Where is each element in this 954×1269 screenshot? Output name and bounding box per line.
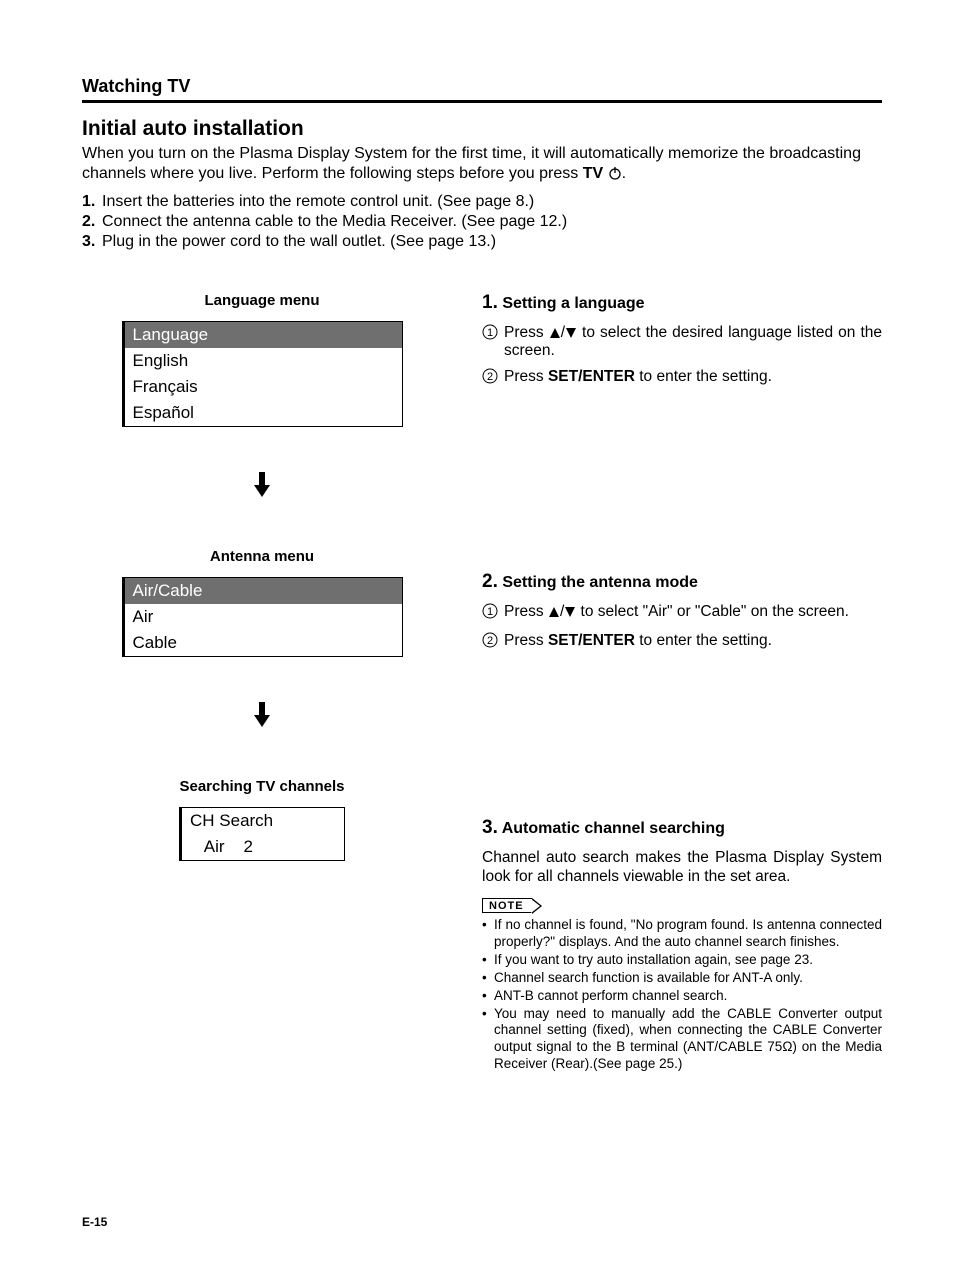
section-rule — [82, 100, 882, 103]
step2-sub1-a: Press — [504, 603, 548, 620]
bullet-icon: • — [482, 1006, 494, 1074]
note-text: You may need to manually add the CABLE C… — [494, 1006, 882, 1074]
language-menu-label: Language menu — [82, 292, 442, 309]
step1-num: 1. — [482, 292, 498, 313]
bullet-icon: • — [482, 917, 494, 951]
note-item: •ANT-B cannot perform channel search. — [482, 988, 882, 1005]
step2-sub2-b: SET/ENTER — [548, 632, 635, 649]
note-item: •If you want to try auto installation ag… — [482, 952, 882, 969]
step1-sub1: 1 Press / to select the desired language… — [482, 324, 882, 360]
pre-step-1-t: Insert the batteries into the remote con… — [102, 193, 534, 210]
page-title: Initial auto installation — [82, 117, 882, 141]
bullet-icon: • — [482, 988, 494, 1005]
step2-sub2-c: to enter the setting. — [635, 632, 772, 649]
pre-step-3: 3.Plug in the power cord to the wall out… — [82, 232, 882, 252]
note-text: Channel search function is available for… — [494, 970, 803, 987]
step2-sub1-text: Press / to select "Air" or "Cable" on th… — [504, 603, 882, 621]
step1-sub2-c: to enter the setting. — [635, 368, 772, 385]
svg-text:2: 2 — [487, 371, 493, 383]
step3-para: Channel auto search makes the Plasma Dis… — [482, 849, 882, 886]
step2-num: 2. — [482, 571, 498, 592]
step1-title: 1. Setting a language — [482, 292, 882, 314]
step1-sub2-a: Press — [504, 368, 548, 385]
note-list: •If no channel is found, "No program fou… — [482, 917, 882, 1073]
language-menu-header: Language — [122, 322, 402, 348]
step2-sub1: 1 Press / to select "Air" or "Cable" on … — [482, 603, 882, 624]
step1-sub1-b: to select the desired language listed on… — [504, 324, 882, 359]
note-text: ANT-B cannot perform channel search. — [494, 988, 727, 1005]
note-text: If no channel is found, "No program foun… — [494, 917, 882, 951]
note-text: If you want to try auto installation aga… — [494, 952, 813, 969]
up-triangle-icon — [548, 607, 560, 617]
up-triangle-icon — [549, 328, 561, 338]
step3-num: 3. — [482, 817, 498, 838]
circled-1-icon: 1 — [482, 324, 498, 345]
bullet-icon: • — [482, 970, 494, 987]
step1-sub2-b: SET/ENTER — [548, 368, 635, 385]
intro-text-a: When you turn on the Plasma Display Syst… — [82, 145, 861, 182]
step1-label: Setting a language — [502, 295, 644, 312]
circled-2-icon: 2 — [482, 368, 498, 389]
pre-step-2-n: 2. — [82, 212, 102, 232]
language-menu: Language English Français Español — [122, 321, 403, 427]
right-column: 1. Setting a language 1 Press / to selec… — [442, 292, 882, 1074]
note-item: •You may need to manually add the CABLE … — [482, 1006, 882, 1074]
step1-sub1-a: Press — [504, 324, 549, 341]
down-arrow-icon — [252, 472, 272, 498]
pre-steps: 1.Insert the batteries into the remote c… — [82, 192, 882, 252]
svg-text:1: 1 — [487, 606, 493, 618]
pre-step-2-t: Connect the antenna cable to the Media R… — [102, 213, 567, 230]
step2-label: Setting the antenna mode — [502, 574, 698, 591]
antenna-item-cable: Cable — [122, 630, 402, 656]
intro-paragraph: When you turn on the Plasma Display Syst… — [82, 144, 882, 186]
step1-sub2: 2 Press SET/ENTER to enter the setting. — [482, 368, 882, 389]
circled-2-icon: 2 — [482, 632, 498, 653]
flow-arrow-2 — [82, 702, 442, 733]
svg-text:2: 2 — [487, 635, 493, 647]
intro-tv: TV — [583, 165, 603, 182]
step3-title: 3. Automatic channel searching — [482, 817, 882, 839]
step2-sub2: 2 Press SET/ENTER to enter the setting. — [482, 632, 882, 653]
down-triangle-icon — [565, 328, 577, 338]
pre-step-3-n: 3. — [82, 232, 102, 252]
svg-text:1: 1 — [487, 327, 493, 339]
step2-sub1-b: to select "Air" or "Cable" on the screen… — [576, 603, 849, 620]
note-item: •If no channel is found, "No program fou… — [482, 917, 882, 951]
flow-arrow-1 — [82, 472, 442, 503]
search-menu-label: Searching TV channels — [82, 778, 442, 795]
step2-sub2-text: Press SET/ENTER to enter the setting. — [504, 632, 882, 650]
step3-label: Automatic channel searching — [502, 820, 725, 837]
page: Watching TV Initial auto installation Wh… — [0, 0, 954, 1269]
power-icon — [608, 166, 622, 186]
main-columns: Language menu Language English Français … — [82, 292, 882, 1074]
search-menu: CH Search Air 2 — [179, 807, 345, 861]
antenna-menu: Air/Cable Air Cable — [122, 577, 403, 657]
antenna-menu-label: Antenna menu — [82, 548, 442, 565]
pre-step-1: 1.Insert the batteries into the remote c… — [82, 192, 882, 212]
down-triangle-icon — [564, 607, 576, 617]
left-column: Language menu Language English Français … — [82, 292, 442, 1074]
section-header: Watching TV — [82, 76, 882, 97]
search-menu-header: CH Search — [179, 808, 344, 834]
language-item-english: English — [122, 348, 402, 374]
down-arrow-icon — [252, 702, 272, 728]
pre-step-1-n: 1. — [82, 192, 102, 212]
step1-sub1-text: Press / to select the desired language l… — [504, 324, 882, 360]
language-item-espanol: Español — [122, 400, 402, 426]
step1-sub2-text: Press SET/ENTER to enter the setting. — [504, 368, 882, 386]
antenna-menu-header: Air/Cable — [122, 578, 402, 604]
circled-1-icon: 1 — [482, 603, 498, 624]
step2-sub2-a: Press — [504, 632, 548, 649]
pre-step-3-t: Plug in the power cord to the wall outle… — [102, 233, 496, 250]
page-number: E-15 — [82, 1215, 107, 1229]
step2-title: 2. Setting the antenna mode — [482, 571, 882, 593]
pre-step-2: 2.Connect the antenna cable to the Media… — [82, 212, 882, 232]
note-item: •Channel search function is available fo… — [482, 970, 882, 987]
intro-text-b: . — [622, 165, 626, 182]
note-label: NOTE — [482, 898, 532, 913]
antenna-item-air: Air — [122, 604, 402, 630]
search-item: Air 2 — [179, 834, 344, 860]
bullet-icon: • — [482, 952, 494, 969]
language-item-francais: Français — [122, 374, 402, 400]
